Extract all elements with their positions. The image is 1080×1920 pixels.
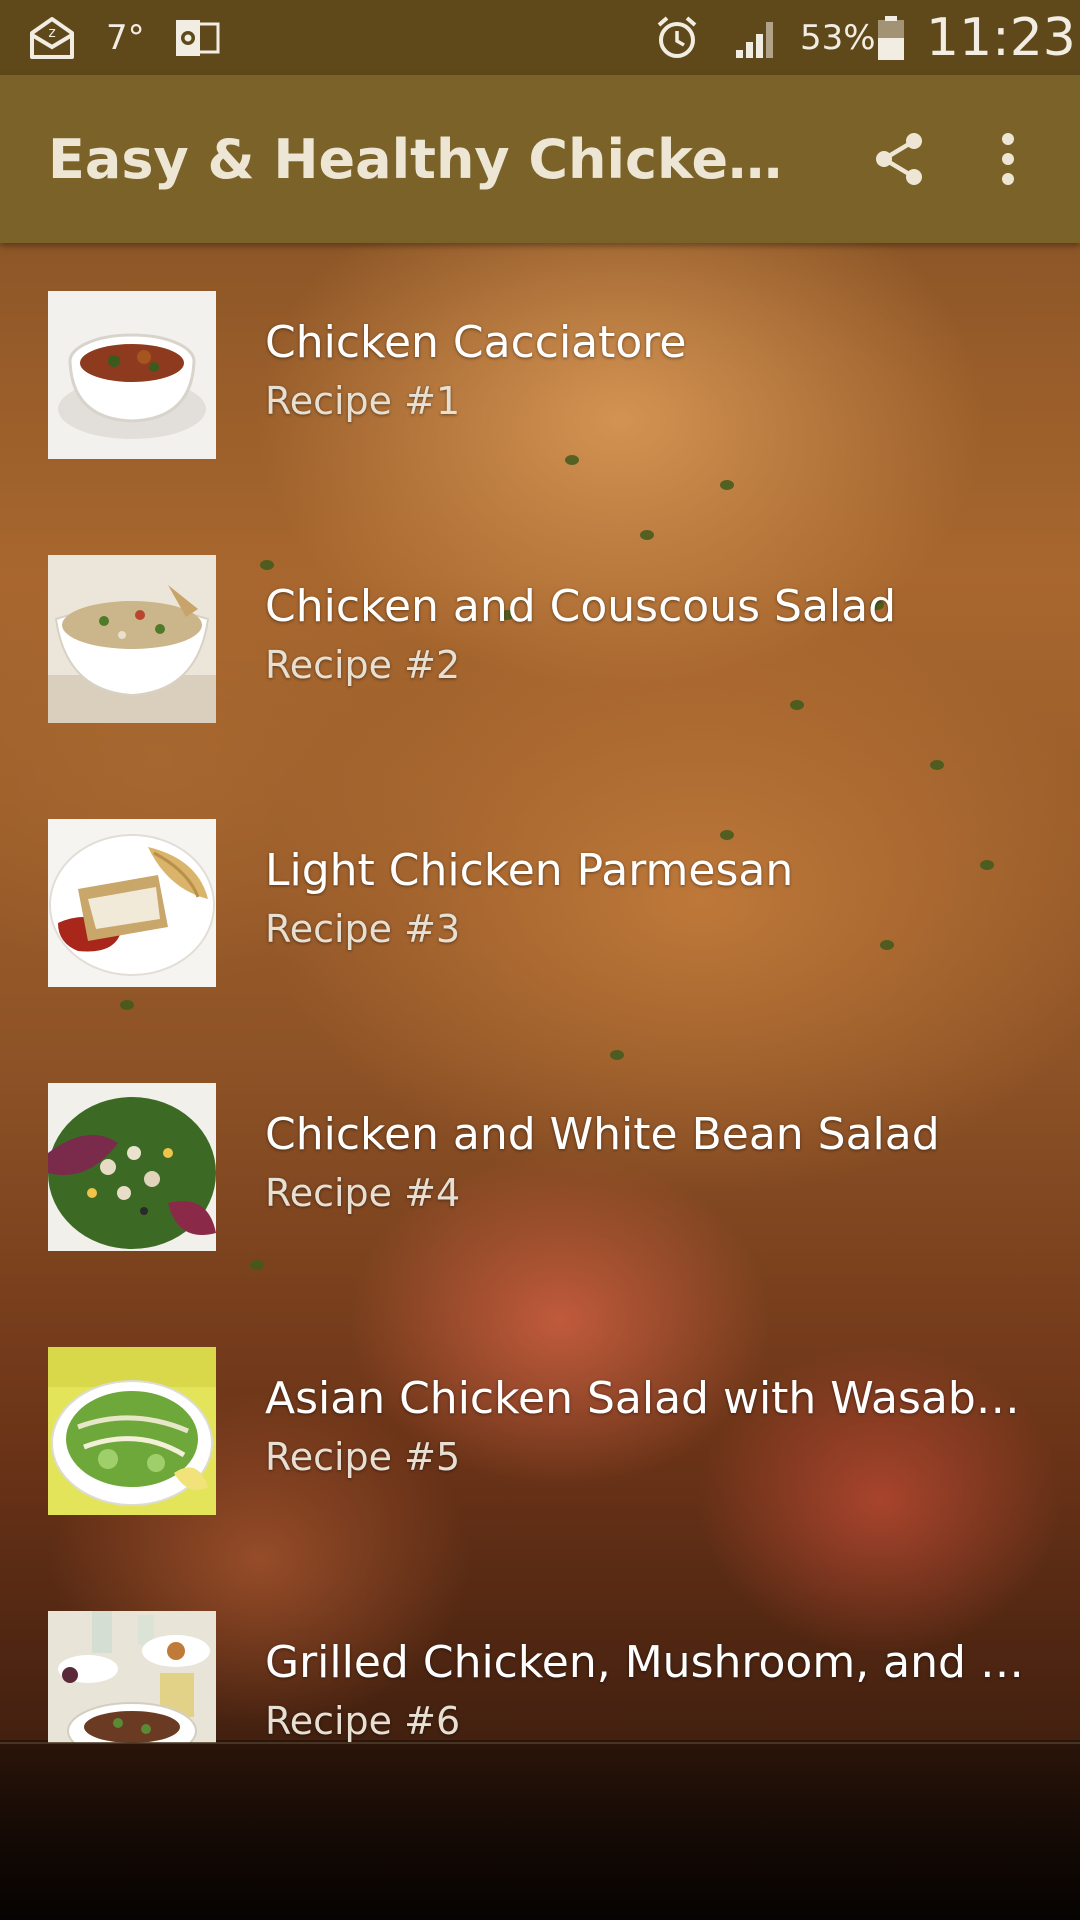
recipe-thumbnail — [48, 291, 216, 459]
bottom-shade — [0, 1740, 1080, 1920]
recipe-list-item[interactable]: Chicken Cacciatore Recipe #1 — [0, 243, 1080, 507]
recipe-thumbnail — [48, 1611, 216, 1743]
recipe-thumbnail — [48, 555, 216, 723]
recipe-number: Recipe #3 — [265, 907, 461, 951]
share-icon — [876, 133, 922, 185]
list-bottom-divider — [0, 1742, 1080, 1744]
app-title-text: Easy & Healthy Chicken Recipes — [48, 127, 808, 191]
screen: z 7° 53% 11:23 Easy & Healthy Chicken Ch… — [0, 0, 1080, 1920]
recipe-thumbnail — [48, 1347, 216, 1515]
recipe-title: Chicken and Couscous Salad — [265, 581, 897, 632]
recipe-list-item[interactable]: Asian Chicken Salad with Wasabi Dressing… — [0, 1299, 1080, 1563]
recipe-thumbnail — [48, 819, 216, 987]
battery-icon — [876, 0, 906, 75]
recipe-list-item[interactable]: Chicken and Couscous Salad Recipe #2 — [0, 507, 1080, 771]
recipe-title: Grilled Chicken, Mushroom, and Fig Salad — [265, 1637, 1025, 1688]
svg-text:z: z — [48, 25, 55, 41]
app-bar: Easy & Healthy Chicken Recipes — [0, 75, 1080, 243]
app-title: Easy & Healthy Chicken Recipes — [48, 75, 808, 243]
recipe-title: Chicken Cacciatore — [265, 317, 687, 368]
battery-percent: 53% — [800, 17, 876, 58]
signal-icon — [734, 0, 780, 75]
recipe-number: Recipe #2 — [265, 643, 461, 687]
alarm-icon — [654, 0, 700, 75]
recipe-number: Recipe #1 — [265, 379, 461, 423]
overflow-menu-icon — [1002, 133, 1014, 185]
outlook-icon — [174, 0, 220, 75]
recipe-thumbnail — [48, 1083, 216, 1251]
recipe-number: Recipe #5 — [265, 1435, 461, 1479]
recipe-title: Asian Chicken Salad with Wasabi Dressing — [265, 1373, 1025, 1424]
recipe-title: Light Chicken Parmesan — [265, 845, 794, 896]
recipe-number: Recipe #4 — [265, 1171, 461, 1215]
recipe-number: Recipe #6 — [265, 1699, 461, 1743]
recipe-title: Chicken and White Bean Salad — [265, 1109, 940, 1160]
share-button[interactable] — [858, 117, 942, 201]
mail-notification-icon: z — [28, 0, 76, 75]
status-bar: z 7° 53% 11:23 — [0, 0, 1080, 75]
recipe-list-item[interactable]: Light Chicken Parmesan Recipe #3 — [0, 771, 1080, 1035]
clock-time: 11:23 — [926, 7, 1076, 68]
recipe-list: Chicken Cacciatore Recipe #1 Chicken and… — [0, 243, 1080, 1743]
overflow-menu-button[interactable] — [966, 117, 1050, 201]
recipe-list-item[interactable]: Chicken and White Bean Salad Recipe #4 — [0, 1035, 1080, 1299]
weather-temperature: 7° — [106, 17, 145, 58]
recipe-list-item[interactable]: Grilled Chicken, Mushroom, and Fig Salad… — [0, 1563, 1080, 1743]
